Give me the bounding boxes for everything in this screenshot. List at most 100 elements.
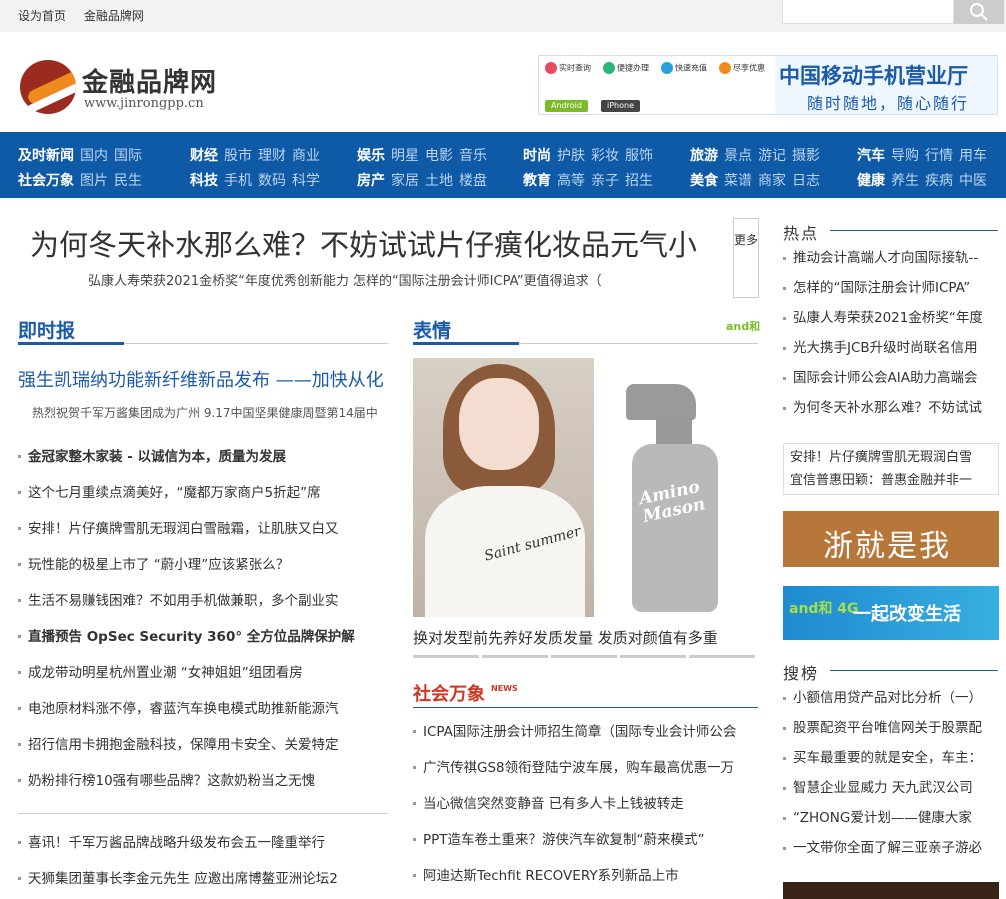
nav-item[interactable]: 电影	[425, 148, 453, 164]
nav-item[interactable]: 行情	[925, 148, 953, 164]
list-item[interactable]: 光大携手JCB升级时尚联名信用	[783, 333, 999, 363]
feature-title[interactable]: 强生凯瑞纳功能新纤维新品发布 ——加快从化	[18, 366, 384, 392]
search-input[interactable]	[782, 0, 954, 24]
headline-sub[interactable]: 弘康人寿荣获2021金桥奖“年度优秀创新能力 怎样的“国际注册会计师ICPA”更…	[88, 270, 602, 289]
list-item[interactable]: 金冠家整木家装 - 以诚信为本，质量为发展	[18, 439, 388, 475]
list-item[interactable]: 当心微信突然变静音 已有多人卡上钱被转走	[413, 786, 758, 822]
list-item[interactable]: 买车最重要的就是安全，车主：	[783, 743, 999, 773]
nav-item[interactable]: 土地	[425, 173, 453, 189]
list-item[interactable]: 生活不易赚钱困难？不如用手机做兼职，多个副业实	[18, 583, 388, 619]
list-item[interactable]: 弘康人寿荣获2021金桥奖“年度	[783, 303, 999, 333]
nav-item[interactable]: 菜谱	[724, 173, 752, 189]
site-logo[interactable]: 金融品牌网 www.jinrongpp.cn	[20, 58, 240, 118]
list-item[interactable]: 推动会计高端人才向国际接轨--	[783, 243, 999, 273]
list-item[interactable]: 广汽传祺GS8领衔登陆宁波车展，购车最高优惠一万	[413, 750, 758, 786]
scroll-news-item[interactable]: 宜信普惠田颖：普惠金融并非一	[790, 469, 992, 492]
zhejiang-banner[interactable]: 浙就是我	[783, 511, 999, 567]
android-pill[interactable]: Android	[545, 100, 588, 112]
list-item[interactable]: 电池原材料涨不停，睿蓝汽车换电模式助推新能源汽	[18, 691, 388, 727]
photo-caption[interactable]: 换对发型前先养好发质发量 发质对颜值有多重	[413, 627, 718, 648]
list-item[interactable]: 天狮集团董事长李金元先生 应邀出席博鳌亚洲论坛2	[18, 861, 388, 897]
nav-item[interactable]: 数码	[258, 173, 286, 189]
search-rank-title[interactable]: 搜榜	[783, 660, 819, 684]
list-item[interactable]: 这个七月重续点滴美好，“魔都万家商户5折起”席	[18, 475, 388, 511]
nav-item[interactable]: 用车	[959, 148, 987, 164]
nav-item[interactable]: 科学	[292, 173, 320, 189]
nav-head[interactable]: 教育	[523, 173, 551, 189]
nav-head[interactable]: 美食	[690, 173, 718, 189]
list-item[interactable]: 智慧企业显威力 天九武汉公司	[783, 773, 999, 803]
mobile-ad-banner[interactable]: 实时查询 便捷办理 快速充值 尽享优惠 Android iPhone 中国移动手…	[538, 55, 998, 115]
bottom-banner[interactable]	[783, 882, 999, 899]
list-item[interactable]: 奶粉排行榜10强有哪些品牌？这款奶粉当之无愧	[18, 763, 388, 799]
nav-item[interactable]: 护肤	[557, 148, 585, 164]
nav-item[interactable]: 高等	[557, 173, 585, 189]
set-homepage-link[interactable]: 设为首页	[18, 9, 66, 23]
nav-item[interactable]: 招生	[625, 173, 653, 189]
and4g-banner[interactable]: and和 4G 一起改变生活	[783, 586, 999, 640]
nav-item[interactable]: 中医	[959, 173, 987, 189]
nav-item[interactable]: 国内	[80, 148, 108, 164]
nav-head[interactable]: 健康	[857, 173, 885, 189]
nav-head[interactable]: 及时新闻	[18, 148, 74, 164]
scroll-news-item[interactable]: 安排！片仔癀牌雪肌无瑕润白雪	[790, 446, 992, 469]
nav-item[interactable]: 商家	[758, 173, 786, 189]
nav-head[interactable]: 旅游	[690, 148, 718, 164]
nav-item[interactable]: 游记	[758, 148, 786, 164]
nav-item[interactable]: 亲子	[591, 173, 619, 189]
nav-item[interactable]: 明星	[391, 148, 419, 164]
list-item[interactable]: PPT造车卷土重来？游侠汽车欲复制“蔚来模式”	[413, 822, 758, 858]
nav-item[interactable]: 手机	[224, 173, 252, 189]
section-title[interactable]: 社会万象	[413, 680, 485, 706]
list-item[interactable]: “ZHONG爱计划——健康大家	[783, 803, 999, 833]
nav-item[interactable]: 楼盘	[459, 173, 487, 189]
nav-item[interactable]: 日志	[792, 173, 820, 189]
slider-dot[interactable]	[620, 655, 686, 658]
slider-dot[interactable]	[551, 655, 617, 658]
list-item[interactable]: 玩性能的极星上市了 “蔚小理”应该紧张么？	[18, 547, 388, 583]
nav-item[interactable]: 民生	[114, 173, 142, 189]
nav-item[interactable]: 理财	[258, 148, 286, 164]
list-item[interactable]: 直播预告 OpSec Security 360° 全方位品牌保护解	[18, 619, 388, 655]
nav-item[interactable]: 景点	[724, 148, 752, 164]
nav-item[interactable]: 彩妆	[591, 148, 619, 164]
nav-head[interactable]: 科技	[190, 173, 218, 189]
search-button[interactable]	[954, 0, 1004, 24]
nav-item[interactable]: 服饰	[625, 148, 653, 164]
section-title[interactable]: 即时报	[18, 316, 75, 343]
list-item[interactable]: 成龙带动明星杭州置业潮 “女神姐姐”组团看房	[18, 655, 388, 691]
nav-item[interactable]: 图片	[80, 173, 108, 189]
nav-head[interactable]: 社会万象	[18, 173, 74, 189]
slider-dot[interactable]	[482, 655, 548, 658]
nav-head[interactable]: 汽车	[857, 148, 885, 164]
slider-dot[interactable]	[689, 655, 755, 658]
nav-item[interactable]: 家居	[391, 173, 419, 189]
list-item[interactable]: 安排！片仔癀牌雪肌无瑕润白雪融霜，让肌肤又白又	[18, 511, 388, 547]
nav-head[interactable]: 娱乐	[357, 148, 385, 164]
list-item[interactable]: ICPA国际注册会计师招生简章（国际专业会计师公会	[413, 714, 758, 750]
list-item[interactable]: 一文带你全面了解三亚亲子游必	[783, 833, 999, 863]
more-button[interactable]: 更多	[733, 218, 759, 298]
list-item[interactable]: 国际会计师公会AIA助力高端会	[783, 363, 999, 393]
site-home-link[interactable]: 金融品牌网	[84, 9, 144, 23]
feature-sub[interactable]: 热烈祝贺千军万酱集团成为广州 9.17中国坚果健康周暨第14届中	[32, 404, 378, 421]
nav-head[interactable]: 时尚	[523, 148, 551, 164]
nav-item[interactable]: 股市	[224, 148, 252, 164]
list-item[interactable]: 股票配资平台唯信网关于股票配	[783, 713, 999, 743]
list-item[interactable]: 为何冬天补水那么难？不妨试试	[783, 393, 999, 423]
nav-head[interactable]: 房产	[357, 173, 385, 189]
list-item[interactable]: 阿迪达斯Techfit RECOVERY系列新品上市	[413, 858, 758, 894]
nav-item[interactable]: 养生	[891, 173, 919, 189]
list-item[interactable]: 喜讯！千军万酱品牌战略升级发布会五一隆重举行	[18, 825, 388, 861]
section-title[interactable]: 表情	[413, 316, 451, 343]
nav-item[interactable]: 摄影	[792, 148, 820, 164]
nav-item[interactable]: 导购	[891, 148, 919, 164]
slider-dot[interactable]	[413, 655, 479, 658]
product-photo[interactable]: Amino Mason	[594, 358, 758, 617]
nav-item[interactable]: 疾病	[925, 173, 953, 189]
headline-title[interactable]: 为何冬天补水那么难？不妨试试片仔癀化妆品元气小	[30, 222, 697, 264]
nav-item[interactable]: 商业	[292, 148, 320, 164]
nav-item[interactable]: 国际	[114, 148, 142, 164]
hot-title[interactable]: 热点	[783, 220, 819, 244]
nav-head[interactable]: 财经	[190, 148, 218, 164]
